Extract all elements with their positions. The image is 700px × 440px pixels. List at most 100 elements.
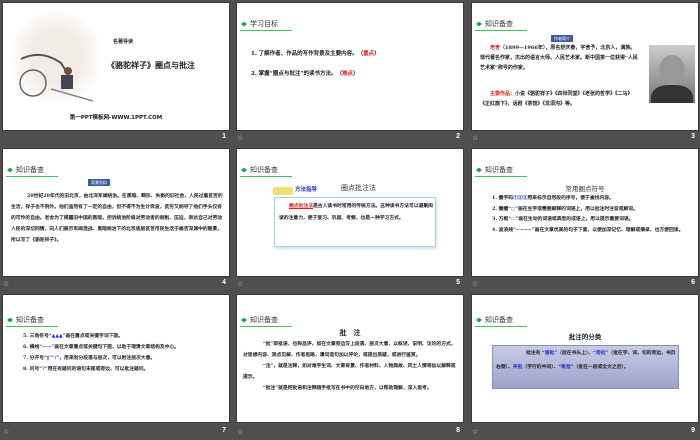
author-portrait bbox=[649, 45, 695, 103]
diamond-bullet-icon bbox=[241, 317, 247, 323]
symbol: ①②③ bbox=[513, 195, 528, 201]
slide-1[interactable]: 名著导读 《骆驼祥子》圈点与批注 第一PPT模板网-WWW.1PPT.COM bbox=[3, 3, 229, 130]
item-text: 2. 圈圈“ bbox=[492, 205, 512, 212]
heading-underline bbox=[475, 326, 527, 327]
diamond-bullet-icon bbox=[476, 21, 482, 27]
star-icon[interactable]: ☆ bbox=[3, 428, 9, 436]
slide-thumb-6[interactable]: 知识备查 常用圈点符号 1. 圈字码①②③用来标示自然段的序号，便于查找内容。 … bbox=[469, 146, 699, 292]
diamond-bullet-icon bbox=[241, 167, 247, 173]
slide-6[interactable]: 知识备查 常用圈点符号 1. 圈字码①②③用来标示自然段的序号，便于查找内容。 … bbox=[472, 149, 698, 276]
symbol-item: 7. 分开号“‖”“/”，用来划分段落与层次，可以附注层次大意。 bbox=[11, 353, 223, 364]
star-icon[interactable]: ☆ bbox=[472, 280, 478, 288]
symbol-item: 3. 方框“▭”画在生动的词语或典型的成语上，用以提示重要词语。 bbox=[482, 214, 690, 225]
slide-thumb-4[interactable]: 知识备查 背景资料 20世纪20年代的旧北京，由北洋军阀统治。在黑暗、畸形、失衡… bbox=[0, 146, 230, 292]
slide-thumb-3[interactable]: 知识备查 作者简介 老舍（1899—1966年），原名舒庆春，字舍予，北京人，满… bbox=[469, 0, 699, 146]
item-text: ”画在重点或关键字词下面。 bbox=[62, 333, 124, 339]
slide-heading: 知识备查 bbox=[16, 316, 44, 324]
slide-title: 《骆驼祥子》圈点与批注 bbox=[107, 61, 195, 70]
symbol-item: 4. 波浪线“~~~~”画在文章优美的句子下面，以便加深记忆、理解或摘录，也方便… bbox=[482, 225, 690, 236]
heading-underline bbox=[6, 176, 58, 177]
slide-heading: 知识备查 bbox=[485, 20, 513, 28]
slide-thumb-1[interactable]: 名著导读 《骆驼祥子》圈点与批注 第一PPT模板网-WWW.1PPT.COM 1 bbox=[0, 0, 230, 146]
annotation-paragraph: “注”，就是注释，如对难字生词、文章背景、作者材料、人物典故、风土人情等加以解释… bbox=[243, 363, 456, 380]
diamond-bullet-icon bbox=[241, 21, 247, 27]
slide-heading: 学习目标 bbox=[250, 20, 278, 28]
slide-thumb-8[interactable]: 知识备查 批 注 “批”即批语，也称品评，如在文章旁边写上段落、层次大意，以叙述… bbox=[234, 292, 464, 438]
item-text: 8. 问号“ bbox=[23, 366, 43, 372]
heading-underline bbox=[240, 30, 292, 31]
goal-tag: 难点 bbox=[342, 71, 354, 77]
slide-heading: 知识备查 bbox=[250, 316, 278, 324]
item-text: 用来标示自然段的序号，便于查找内容。 bbox=[527, 195, 614, 201]
slide-7[interactable]: 知识备查 5. 三角符号“▲▲▲”画在重点或关键字词下面。 6. 横线“——”画… bbox=[3, 295, 229, 422]
symbol-item: 8. 问号“?”用在有疑问的语句末尾或旁边，可以批注疑问。 bbox=[11, 364, 223, 375]
slide-number: 9 bbox=[691, 427, 695, 434]
slide-3[interactable]: 知识备查 作者简介 老舍（1899—1966年），原名舒庆春，字舍予，北京人，满… bbox=[472, 3, 698, 130]
star-icon[interactable]: ☆ bbox=[472, 134, 478, 142]
heading-underline bbox=[475, 30, 527, 31]
term: 眉批 bbox=[544, 350, 555, 356]
method-tag: 方法指导 bbox=[295, 187, 318, 193]
classification-text: 批注有 “眉批”（批在书头上）、“旁批”（批在字、词、句的旁边，书页右侧）、夹批… bbox=[496, 346, 676, 374]
method-title: 圈点批注法 bbox=[341, 184, 376, 192]
item-text: ”画在文章重点或关键句下面，以助于理清文章结构及中心。 bbox=[51, 344, 180, 350]
rickshaw-illustration bbox=[11, 11, 101, 103]
slide-heading: 知识备查 bbox=[485, 166, 513, 174]
section-badge: 背景资料 bbox=[88, 179, 110, 186]
heading-underline bbox=[240, 176, 292, 177]
slide-thumb-2[interactable]: 学习目标 1. 了解作者、作品的写作背景及主要内容。（重点） 2. 掌握“圈点与… bbox=[234, 0, 464, 146]
text-seg: 批注有 “ bbox=[526, 350, 545, 356]
star-icon[interactable]: ☆ bbox=[237, 428, 243, 436]
works-label: 主要作品： bbox=[490, 91, 516, 97]
item-text: 6. 横线“ bbox=[23, 344, 43, 350]
symbol: ~~~~ bbox=[515, 226, 532, 233]
slide-number: 7 bbox=[222, 427, 226, 434]
star-icon[interactable]: ☆ bbox=[3, 280, 9, 288]
author-name: 老舍 bbox=[490, 45, 501, 51]
diamond-bullet-icon bbox=[7, 167, 13, 173]
item-text: 1. 圈字码 bbox=[492, 195, 514, 201]
symbol-item: 6. 横线“——”画在文章重点或关键句下面，以助于理清文章结构及中心。 bbox=[11, 342, 223, 353]
symbol: —— bbox=[42, 344, 52, 350]
slide-heading: 知识备查 bbox=[485, 316, 513, 324]
slide-thumb-5[interactable]: 知识备查 方法指导 圈点批注法 圈点批注法是古人读书时常用的传统方法。这种读书方… bbox=[234, 146, 464, 292]
slide-2[interactable]: 学习目标 1. 了解作者、作品的写作背景及主要内容。（重点） 2. 掌握“圈点与… bbox=[237, 3, 463, 130]
slide-9[interactable]: 知识备查 批注的分类 批注有 “眉批”（批在书头上）、“旁批”（批在字、词、句的… bbox=[472, 295, 698, 422]
slide-number: 5 bbox=[456, 279, 460, 286]
annotation-paragraph: “批”即批语，也称品评，如在文章旁边写上段落、层次大意，以叙述、说明、议论的方式… bbox=[243, 341, 456, 358]
slide-thumb-9[interactable]: 知识备查 批注的分类 批注有 “眉批”（批在书头上）、“旁批”（批在字、词、句的… bbox=[469, 292, 699, 438]
diamond-bullet-icon bbox=[7, 317, 13, 323]
slide-thumb-7[interactable]: 知识备查 5. 三角符号“▲▲▲”画在重点或关键字词下面。 6. 横线“——”画… bbox=[0, 292, 230, 438]
item-text: 3. 方框“ bbox=[492, 216, 512, 222]
goal-end: ） bbox=[353, 71, 359, 77]
item-text: ”用在有疑问的语句末尾或旁边，可以批注疑问。 bbox=[44, 366, 149, 372]
symbol-item: 1. 圈字码①②③用来标示自然段的序号，便于查找内容。 bbox=[482, 193, 690, 204]
slide-4[interactable]: 知识备查 背景资料 20世纪20年代的旧北京，由北洋军阀统治。在黑暗、畸形、失衡… bbox=[3, 149, 229, 276]
term: 夹批 bbox=[512, 364, 523, 370]
diamond-bullet-icon bbox=[476, 317, 482, 323]
star-icon[interactable]: ☆ bbox=[237, 280, 243, 288]
heading-underline bbox=[6, 326, 58, 327]
slide-number: 3 bbox=[691, 133, 695, 140]
star-icon[interactable]: ☆ bbox=[237, 134, 243, 142]
item-text: ”，用来划分段落与层次，可以附注层次大意。 bbox=[56, 355, 156, 361]
symbol: ▲▲▲ bbox=[51, 333, 63, 339]
slide-number: 4 bbox=[222, 279, 226, 286]
slide-5[interactable]: 知识备查 方法指导 圈点批注法 圈点批注法是古人读书时常用的传统方法。这种读书方… bbox=[237, 149, 463, 276]
slide-subtitle: 名著导读 bbox=[113, 39, 134, 45]
text-seg: （字行的中间）、“ bbox=[522, 364, 562, 370]
symbol: ‖”“/ bbox=[46, 355, 57, 361]
term: 尾批 bbox=[561, 364, 571, 370]
item-text: 7. 分开号“ bbox=[23, 355, 47, 361]
author-bio: （1899—1966年），原名舒庆春，字舍予，北京人，满族。现代著名作家，杰出的… bbox=[480, 45, 638, 71]
classification-title: 批注的分类 bbox=[568, 333, 602, 341]
goal-2: 2. 掌握“圈点与批注”的读书方法。（ bbox=[251, 71, 342, 77]
slide-8[interactable]: 知识备查 批 注 “批”即批语，也称品评，如在文章旁边写上段落、层次大意，以叙述… bbox=[237, 295, 463, 422]
annotation-paragraph: “批注”就是把批语和注释随手批写在书中的空白地方，以帮助理解，深入思考。 bbox=[263, 385, 432, 391]
symbol-item: 2. 圈圈“○”画在生字或需要解释的词语上，用以批注时注音或解词。 bbox=[482, 204, 690, 215]
slide-heading: 知识备查 bbox=[250, 166, 278, 174]
star-icon[interactable]: ☆ bbox=[472, 428, 478, 436]
item-text: ”画在生动的词语或典型的成语上，用以提示重要词语。 bbox=[515, 216, 634, 222]
goal-tag: 重点 bbox=[363, 51, 375, 57]
text-seg: ”（批在一段或全文之后）。 bbox=[570, 364, 629, 370]
